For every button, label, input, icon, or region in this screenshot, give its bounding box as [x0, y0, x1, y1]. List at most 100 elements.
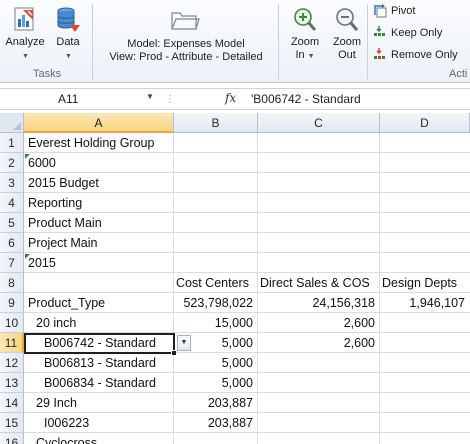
cell-d13[interactable]: [380, 373, 470, 393]
row-header[interactable]: 1: [0, 133, 24, 153]
cell-c8[interactable]: Direct Sales & COS: [258, 273, 380, 293]
cell-d3[interactable]: [380, 173, 470, 193]
cell-c3[interactable]: [258, 173, 380, 193]
cell-b2[interactable]: [174, 153, 258, 173]
cell-c13[interactable]: [258, 373, 380, 393]
row-header[interactable]: 16: [0, 433, 24, 444]
row-header[interactable]: 2: [0, 153, 24, 173]
column-header-d[interactable]: D: [380, 113, 470, 133]
keep-only-button[interactable]: Keep Only: [372, 24, 442, 42]
fx-icon[interactable]: fx: [225, 91, 236, 105]
select-all-button[interactable]: [0, 113, 24, 133]
cell-b6[interactable]: [174, 233, 258, 253]
cell-c14[interactable]: [258, 393, 380, 413]
cell-b14[interactable]: 203,887: [174, 393, 258, 413]
name-box[interactable]: A11: [4, 91, 156, 108]
cell-b10[interactable]: 15,000: [174, 313, 258, 333]
cell-b9[interactable]: 523,798,022: [174, 293, 258, 313]
row-header[interactable]: 9: [0, 293, 24, 313]
cell-a10[interactable]: 20 inch: [24, 313, 174, 333]
cell-a15[interactable]: I006223: [24, 413, 174, 433]
row-header[interactable]: 10: [0, 313, 24, 333]
formula-bar-resize-icon[interactable]: ⋮: [163, 92, 177, 107]
cell-a1[interactable]: Everest Holding Group: [24, 133, 174, 153]
cell-indicator-icon: [25, 254, 30, 259]
zoom-in-button[interactable]: Zoom In ▼: [288, 4, 322, 63]
cell-b13[interactable]: 5,000: [174, 373, 258, 393]
cell-b12[interactable]: 5,000: [174, 353, 258, 373]
cell-a16[interactable]: Cyclocross: [24, 433, 174, 444]
cell-a4[interactable]: Reporting: [24, 193, 174, 213]
row-header[interactable]: 3: [0, 173, 24, 193]
cell-d14[interactable]: [380, 393, 470, 413]
cell-c5[interactable]: [258, 213, 380, 233]
spreadsheet-grid[interactable]: A B C D 1 Everest Holding Group 2 6000 3 2015…: [0, 113, 470, 444]
cell-a5[interactable]: Product Main: [24, 213, 174, 233]
cell-d9[interactable]: 1,946,107: [380, 293, 470, 313]
model-view-info[interactable]: Model: Expenses Model View: Prod - Attri…: [99, 38, 273, 64]
zoom-out-button[interactable]: Zoom Out: [330, 4, 364, 62]
cell-a7[interactable]: 2015: [24, 253, 174, 273]
cell-d16[interactable]: [380, 433, 470, 444]
cell-c2[interactable]: [258, 153, 380, 173]
name-box-dropdown-icon[interactable]: ▼: [146, 92, 154, 101]
cell-c15[interactable]: [258, 413, 380, 433]
model-folder-button[interactable]: [168, 4, 202, 36]
formula-input[interactable]: 'B006742 - Standard: [251, 91, 361, 108]
cell-d4[interactable]: [380, 193, 470, 213]
row-header[interactable]: 5: [0, 213, 24, 233]
row-header[interactable]: 11: [0, 333, 24, 353]
cell-a8[interactable]: [24, 273, 174, 293]
cell-d11[interactable]: [380, 333, 470, 353]
cell-a6[interactable]: Project Main: [24, 233, 174, 253]
cell-c1[interactable]: [258, 133, 380, 153]
cell-b3[interactable]: [174, 173, 258, 193]
cell-c9[interactable]: 24,156,318: [258, 293, 380, 313]
analyze-button[interactable]: Analyze ▼: [4, 4, 46, 63]
row-header[interactable]: 6: [0, 233, 24, 253]
cell-d5[interactable]: [380, 213, 470, 233]
row-header[interactable]: 13: [0, 373, 24, 393]
cell-a12[interactable]: B006813 - Standard: [24, 353, 174, 373]
cell-a14[interactable]: 29 Inch: [24, 393, 174, 413]
cell-a3[interactable]: 2015 Budget: [24, 173, 174, 193]
cell-b4[interactable]: [174, 193, 258, 213]
cell-d10[interactable]: [380, 313, 470, 333]
row-header[interactable]: 14: [0, 393, 24, 413]
cell-c7[interactable]: [258, 253, 380, 273]
row-header[interactable]: 15: [0, 413, 24, 433]
cell-c10[interactable]: 2,600: [258, 313, 380, 333]
row-header[interactable]: 4: [0, 193, 24, 213]
cell-a2[interactable]: 6000: [24, 153, 174, 173]
cell-b5[interactable]: [174, 213, 258, 233]
remove-only-button[interactable]: Remove Only: [372, 46, 458, 64]
cell-c11[interactable]: 2,600: [258, 333, 380, 353]
cell-d12[interactable]: [380, 353, 470, 373]
cell-c12[interactable]: [258, 353, 380, 373]
pivot-button[interactable]: Pivot: [372, 2, 415, 20]
member-dropdown-icon[interactable]: ▼: [177, 335, 191, 351]
row-header[interactable]: 12: [0, 353, 24, 373]
cell-b16[interactable]: [174, 433, 258, 444]
cell-c16[interactable]: [258, 433, 380, 444]
cell-d6[interactable]: [380, 233, 470, 253]
cell-d15[interactable]: [380, 413, 470, 433]
data-button[interactable]: Data ▼: [50, 4, 86, 63]
column-header-b[interactable]: B: [174, 113, 258, 133]
cell-a9[interactable]: Product_Type: [24, 293, 174, 313]
cell-b1[interactable]: [174, 133, 258, 153]
cell-d7[interactable]: [380, 253, 470, 273]
column-header-c[interactable]: C: [258, 113, 380, 133]
cell-c6[interactable]: [258, 233, 380, 253]
row-header[interactable]: 8: [0, 273, 24, 293]
cell-d2[interactable]: [380, 153, 470, 173]
cell-d1[interactable]: [380, 133, 470, 153]
cell-b7[interactable]: [174, 253, 258, 273]
cell-a13[interactable]: B006834 - Standard: [24, 373, 174, 393]
column-header-a[interactable]: A: [24, 113, 174, 133]
row-header[interactable]: 7: [0, 253, 24, 273]
cell-b8[interactable]: Cost Centers: [174, 273, 258, 293]
cell-b15[interactable]: 203,887: [174, 413, 258, 433]
cell-c4[interactable]: [258, 193, 380, 213]
cell-d8[interactable]: Design Depts: [380, 273, 470, 293]
